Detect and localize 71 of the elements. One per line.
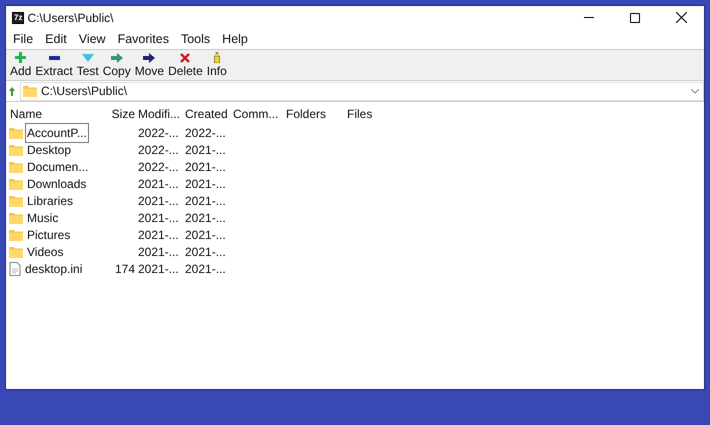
up-arrow-icon[interactable]	[9, 86, 15, 96]
plus-icon	[15, 52, 26, 63]
column-header[interactable]: Name	[9, 105, 109, 123]
modified-cell: 2022-...	[138, 142, 179, 156]
file-name[interactable]: Videos	[25, 242, 66, 262]
created-cell: 2021-...	[185, 244, 226, 258]
folder-icon	[9, 144, 23, 156]
arrow-right-icon	[143, 52, 156, 62]
column-header[interactable]: Size	[109, 105, 137, 123]
file-icon	[9, 262, 21, 276]
toolbar-button[interactable]: Info	[204, 50, 229, 80]
toolbar-button[interactable]: Move	[132, 50, 166, 80]
modified-cell: 2021-...	[138, 228, 179, 242]
info-icon	[214, 52, 220, 63]
close-icon	[180, 52, 190, 62]
created-cell: 2021-...	[185, 228, 226, 242]
folder-icon	[9, 246, 23, 258]
modified-cell: 2021-...	[138, 176, 179, 190]
menu-item[interactable]: File	[7, 30, 40, 48]
column-header[interactable]: Modifi...	[137, 105, 184, 123]
folder-icon	[9, 212, 23, 224]
menu-item[interactable]: Help	[216, 30, 254, 48]
created-cell: 2022-...	[185, 126, 226, 140]
toolbar-button[interactable]: Add	[8, 50, 34, 80]
arrow-right-icon	[110, 52, 123, 62]
column-header[interactable]: Folders	[285, 105, 346, 123]
column-header[interactable]: Created	[184, 105, 232, 123]
menu-item[interactable]: Edit	[39, 30, 73, 48]
modified-cell: 2022-...	[138, 126, 179, 140]
menu-item[interactable]: Favorites	[112, 30, 175, 48]
created-cell: 2021-...	[185, 160, 226, 174]
menu-item[interactable]: View	[72, 30, 112, 48]
folder-icon	[9, 160, 23, 172]
column-header[interactable]: Files	[346, 105, 386, 123]
column-header[interactable]: Comm...	[232, 105, 285, 123]
folder-icon	[9, 228, 23, 240]
file-name[interactable]: Downloads	[25, 174, 88, 194]
file-name[interactable]: AccountP...	[25, 122, 89, 142]
modified-cell: 2021-...	[138, 244, 179, 258]
folder-icon	[9, 178, 23, 190]
created-cell: 2021-...	[185, 210, 226, 224]
address-field[interactable]: C:\Users\Public\	[20, 82, 704, 100]
file-name[interactable]: Pictures	[25, 224, 72, 244]
created-cell: 2021-...	[185, 194, 226, 208]
file-name[interactable]: Documen...	[25, 156, 90, 176]
down-triangle-icon	[82, 54, 94, 62]
file-name[interactable]: Desktop	[25, 140, 74, 160]
folder-icon	[23, 85, 37, 97]
folder-icon	[9, 194, 23, 206]
minus-icon	[48, 56, 60, 60]
folder-icon	[9, 126, 23, 138]
toolbar-button[interactable]: Extract	[33, 50, 75, 80]
modified-cell: 2021-...	[138, 262, 179, 276]
app-logo: 7z	[12, 12, 24, 24]
file-name[interactable]: desktop.ini	[23, 258, 84, 278]
modified-cell: 2021-...	[138, 210, 179, 224]
modified-cell: 2021-...	[138, 194, 179, 208]
file-name[interactable]: Libraries	[25, 190, 76, 210]
created-cell: 2021-...	[185, 142, 226, 156]
window-title: C:\Users\Public\	[27, 10, 114, 26]
size-cell: 174	[114, 262, 135, 276]
toolbar-button[interactable]: Delete	[166, 50, 205, 80]
chevron-down-icon[interactable]	[691, 88, 699, 94]
modified-cell: 2022-...	[138, 160, 179, 174]
close-icon	[676, 12, 686, 23]
toolbar-button[interactable]: Test	[74, 50, 101, 80]
created-cell: 2021-...	[185, 262, 226, 276]
created-cell: 2021-...	[185, 176, 226, 190]
file-name[interactable]: Music	[25, 208, 60, 228]
menu-item[interactable]: Tools	[174, 30, 216, 48]
toolbar-button[interactable]: Copy	[100, 50, 133, 80]
